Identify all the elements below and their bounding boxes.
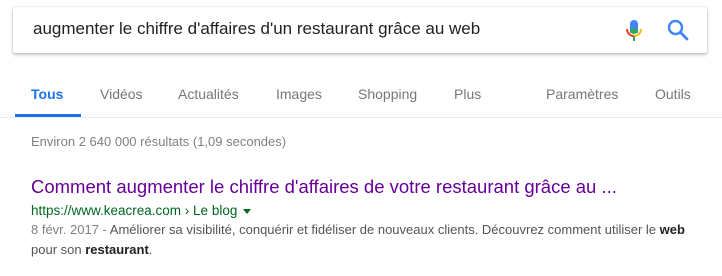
- result-url: https://www.keacrea.com › Le blog: [31, 203, 252, 218]
- search-box[interactable]: augmenter le chiffre d'affaires d'un res…: [13, 7, 707, 53]
- result-snippet: 8 févr. 2017 - Améliorer sa visibilité, …: [31, 220, 691, 260]
- snippet-text-2: pour son: [31, 242, 86, 257]
- tab-images[interactable]: Images: [276, 86, 322, 102]
- search-results-page: augmenter le chiffre d'affaires d'un res…: [0, 0, 722, 276]
- dropdown-caret-icon[interactable]: [243, 208, 252, 214]
- tab-videos[interactable]: Vidéos: [100, 86, 143, 102]
- snippet-highlight-web: web: [659, 222, 685, 237]
- result-title-link[interactable]: Comment augmenter le chiffre d'affaires …: [31, 176, 617, 198]
- tabs-divider: [0, 117, 722, 118]
- tab-outils[interactable]: Outils: [655, 86, 691, 102]
- result-date: 8 févr. 2017: [31, 222, 99, 237]
- mic-icon[interactable]: [623, 19, 645, 43]
- search-input[interactable]: augmenter le chiffre d'affaires d'un res…: [33, 19, 480, 39]
- snippet-separator: -: [98, 222, 110, 237]
- tab-tous[interactable]: Tous: [31, 86, 63, 102]
- snippet-text-1: Améliorer sa visibilité, conquérir et fi…: [109, 222, 660, 237]
- tab-parametres[interactable]: Paramètres: [546, 86, 618, 102]
- result-stats: Environ 2 640 000 résultats (1,09 second…: [31, 134, 287, 149]
- tab-plus[interactable]: Plus: [454, 86, 481, 102]
- snippet-highlight-restaurant: restaurant: [85, 242, 149, 257]
- result-url-text: https://www.keacrea.com › Le blog: [31, 203, 238, 218]
- search-tabs: Tous Vidéos Actualités Images Shopping P…: [0, 78, 722, 117]
- tab-shopping[interactable]: Shopping: [358, 86, 417, 102]
- snippet-text-3: .: [148, 242, 153, 257]
- search-icon[interactable]: [666, 18, 690, 42]
- tab-actualites[interactable]: Actualités: [178, 86, 239, 102]
